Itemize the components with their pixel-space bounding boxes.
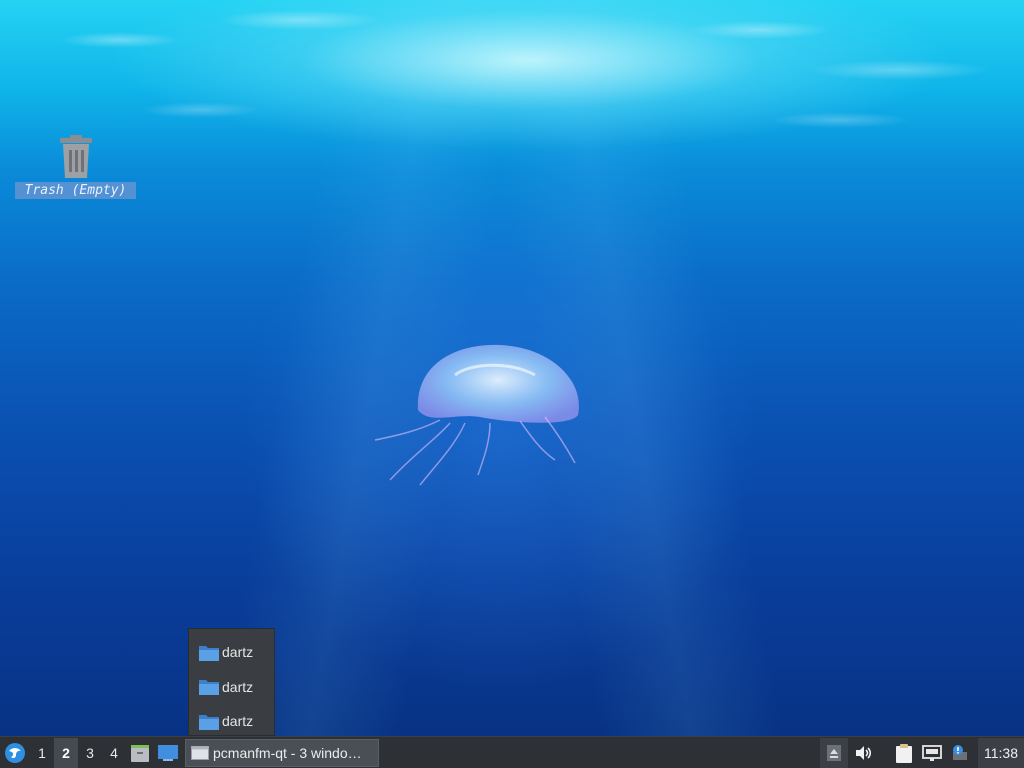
popup-window-item[interactable]: dartz: [189, 635, 274, 670]
lxqt-menu-icon: [5, 742, 25, 763]
application-menu-button[interactable]: [0, 738, 30, 768]
workspace-4-button[interactable]: 4: [102, 738, 126, 768]
window-icon: [191, 745, 209, 760]
workspace-1-button[interactable]: 1: [30, 738, 54, 768]
eject-icon: [827, 744, 841, 761]
volume-icon: [856, 745, 872, 760]
taskbar-task-pcmanfm[interactable]: pcmanfm-qt - 3 windo…: [185, 738, 379, 767]
show-desktop-icon: [158, 744, 178, 761]
file-manager-icon: [131, 744, 149, 762]
volume-tray[interactable]: [850, 738, 878, 768]
clipboard-icon: [896, 743, 912, 763]
popup-item-label: dartz: [222, 678, 254, 695]
desktop-icon-label: Trash (Empty): [15, 182, 136, 199]
window-list-popup: dartz dartz dartz: [188, 628, 275, 736]
clipboard-tray[interactable]: [890, 738, 918, 768]
removable-media-tray[interactable]: [820, 737, 848, 768]
popup-item-label: dartz: [222, 644, 254, 661]
popup-item-label: dartz: [222, 713, 254, 730]
workspace-3-button[interactable]: 3: [78, 738, 102, 768]
folder-icon: [199, 645, 219, 661]
folder-icon: [199, 714, 219, 730]
desktop-icon-trash[interactable]: Trash (Empty): [15, 134, 136, 204]
network-tray[interactable]: [918, 738, 946, 768]
notification-tray[interactable]: [946, 738, 974, 768]
show-desktop-button[interactable]: [154, 738, 182, 768]
wallpaper-surface: [0, 0, 1024, 150]
network-icon: [922, 744, 942, 761]
task-label: pcmanfm-qt - 3 windo…: [213, 744, 362, 761]
popup-window-item[interactable]: dartz: [189, 704, 274, 739]
file-manager-launcher[interactable]: [126, 738, 154, 768]
tray-gap: [878, 738, 890, 768]
trash-icon: [56, 134, 96, 180]
taskbar: 1 2 3 4 pcmanfm-qt - 3 windo… 11:38: [0, 736, 1024, 768]
popup-window-item[interactable]: dartz: [189, 670, 274, 705]
clock[interactable]: 11:38: [978, 737, 1024, 768]
workspace-2-button[interactable]: 2: [54, 737, 78, 768]
folder-icon: [199, 680, 219, 696]
jellyfish-wallpaper-image: [374, 344, 579, 486]
notification-icon: [953, 744, 967, 760]
